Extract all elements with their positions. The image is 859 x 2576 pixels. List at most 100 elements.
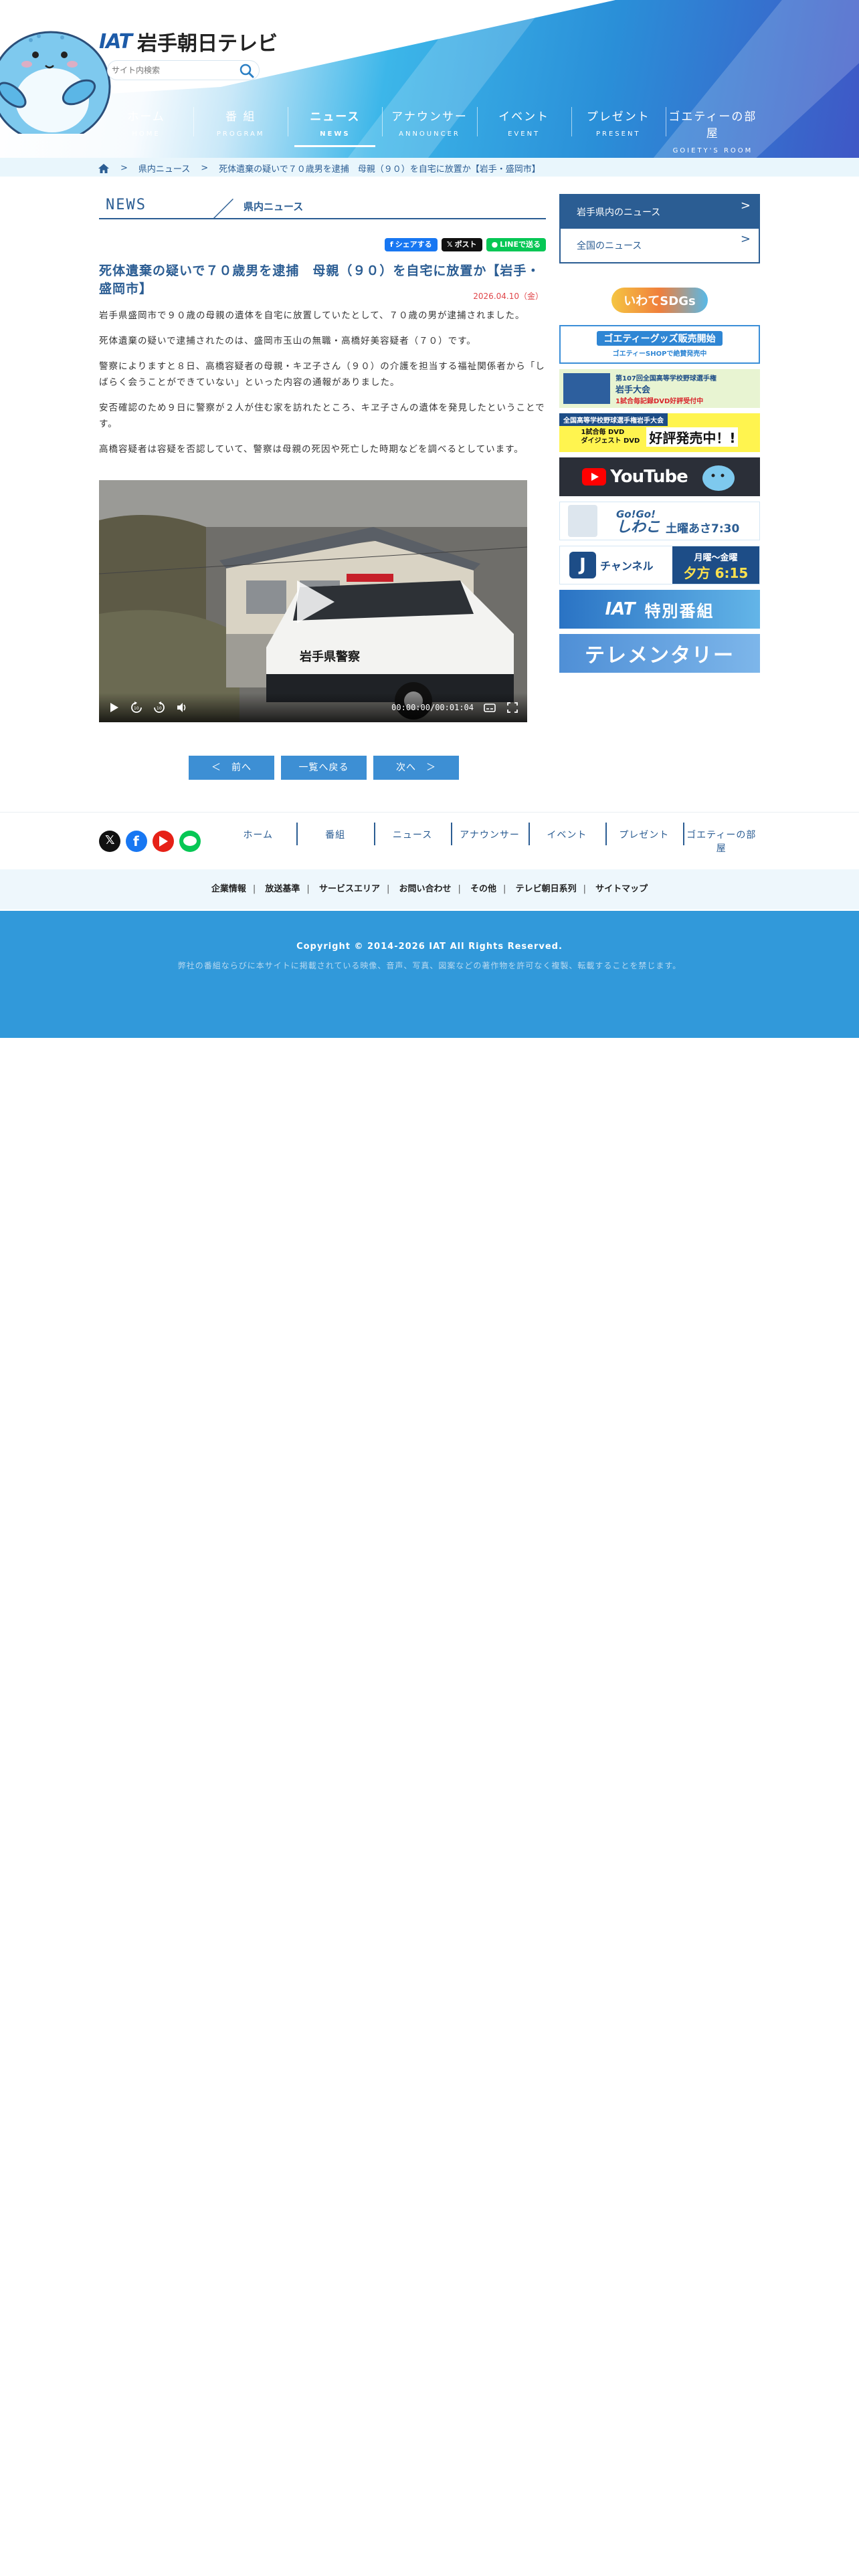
banner-j-line3: 夕方 6:15 xyxy=(683,565,749,581)
volume-icon[interactable] xyxy=(175,701,189,714)
x-post-label: ポスト xyxy=(454,240,477,249)
footer-nav-announcer[interactable]: アナウンサー xyxy=(451,823,528,855)
gnav-label: ホーム xyxy=(127,110,165,124)
gnav-label: アナウンサー xyxy=(391,110,468,124)
article-paragraph: 警察によりますと８日、高橋容疑者の母親・キヱ子さん（９０）の介護を担当する福祉関… xyxy=(99,361,545,388)
banner-special-program[interactable]: IAT 特別番組 xyxy=(559,590,760,629)
x-post-button[interactable]: 𝕏 ポスト xyxy=(441,238,482,251)
next-button[interactable]: 次へ ＞ xyxy=(373,756,459,780)
article-pager: ＜ 前へ 一覧へ戻る 次へ ＞ xyxy=(189,756,459,780)
banner-goiety-goods[interactable]: ゴエティーグッズ販売開始 ゴエティーSHOPで絶賛発売中 xyxy=(559,325,760,364)
footer-link-separator: | xyxy=(306,884,310,894)
banner-tournament-dvd[interactable]: 全国高等学校野球選手権岩手大会 1試合毎 DVD ダイジェスト DVD 好評発売… xyxy=(559,413,760,452)
gnav-announcer[interactable]: アナウンサー ANNOUNCER xyxy=(382,99,476,147)
youtube-icon[interactable] xyxy=(153,831,174,852)
banner-gogo-line3: 土曜あさ7:30 xyxy=(666,522,740,536)
footer-nav-event[interactable]: イベント xyxy=(528,823,605,855)
footer-link-sitemap[interactable]: サイトマップ xyxy=(595,884,648,894)
banner-telementary[interactable]: テレメンタリー xyxy=(559,634,760,673)
gnav-event[interactable]: イベント EVENT xyxy=(476,99,571,147)
rewind-icon[interactable]: 10 xyxy=(130,701,143,714)
banner-anchor-photo xyxy=(568,505,597,537)
footer-nav-present[interactable]: プレゼント xyxy=(605,823,682,855)
banner-gogo-shiwako[interactable]: Go!Go! しわこ 土曜あさ7:30 xyxy=(559,502,760,540)
banner-telementary-label: テレメンタリー xyxy=(585,644,735,667)
footer-links: 企業情報 | 放送基準 | サービスエリア | お問い合わせ | その他 | テレビ朝日系… xyxy=(0,869,859,909)
forward-icon[interactable]: 10 xyxy=(153,701,166,714)
breadcrumb-separator: > xyxy=(120,163,128,173)
site-search xyxy=(107,60,260,80)
facebook-share-button[interactable]: f シェアする xyxy=(384,238,438,251)
banner-j-channel[interactable]: J チャンネル 月曜～金曜 夕方 6:15 xyxy=(559,546,760,584)
tab-label: 全国のニュース xyxy=(577,241,642,251)
tab-national-news[interactable]: 全国のニュース > xyxy=(559,229,760,263)
line-icon[interactable] xyxy=(179,831,201,852)
sidebar-banners: いわてSDGs ゴエティーグッズ販売開始 ゴエティーSHOPで絶賛発売中 第10… xyxy=(559,281,760,678)
banner-sdgs[interactable]: いわてSDGs xyxy=(559,281,760,320)
line-icon: ● xyxy=(491,240,498,249)
gnav-sublabel: NEWS xyxy=(320,130,351,138)
copyright-block: Copyright © 2014-2026 IAT All Rights Res… xyxy=(0,911,859,1038)
global-nav: ホーム HOME 番 組 PROGRAM ニュース NEWS アナウンサー ANNOUN… xyxy=(99,99,760,154)
play-icon[interactable] xyxy=(107,701,120,714)
article-main: NEWS ／ 県内ニュース f シェアする 𝕏 ポスト ● LINEで送る 死体遺棄の… xyxy=(99,194,546,780)
gnav-present[interactable]: プレゼント PRESENT xyxy=(571,99,666,147)
video-thumbnail: 岩手県警察 xyxy=(99,480,527,722)
video-controls: 10 10 00:00:00/00:01:04 xyxy=(99,693,527,722)
banner-gogo-line2: しわこ xyxy=(616,519,661,536)
facebook-share-label: シェアする xyxy=(395,240,432,249)
gnav-goiety-room[interactable]: ゴエティーの部屋 GOIETY'S ROOM xyxy=(665,99,760,154)
search-icon[interactable] xyxy=(239,63,255,79)
chevron-right-icon: > xyxy=(740,232,751,246)
footer-link-tv-asahi[interactable]: テレビ朝日系列 xyxy=(516,884,577,894)
banner-bb-line3: 1試合毎記録DVD好評受付中 xyxy=(615,397,704,405)
site-logo[interactable]: IAT 岩手朝日テレビ xyxy=(99,27,278,56)
banner-td-line4: 好評発売中！! xyxy=(646,427,739,447)
search-input[interactable] xyxy=(108,61,228,80)
footer-nav-program[interactable]: 番組 xyxy=(296,823,373,855)
footer-nav-home[interactable]: ホーム xyxy=(219,828,296,855)
breadcrumb-local-news[interactable]: 県内ニュース xyxy=(138,162,190,175)
banner-td-line3: ダイジェスト DVD xyxy=(581,437,640,445)
j-channel-logo-icon: J xyxy=(569,552,596,578)
section-heading-en: NEWS xyxy=(106,197,147,213)
caption-icon[interactable] xyxy=(483,701,496,714)
footer-link-contact[interactable]: お問い合わせ xyxy=(399,884,451,894)
banner-youtube[interactable]: YouTube xyxy=(559,457,760,496)
back-to-list-button[interactable]: 一覧へ戻る xyxy=(281,756,367,780)
sns-links: 𝕏 f xyxy=(99,831,201,852)
x-icon[interactable]: 𝕏 xyxy=(99,831,120,852)
gnav-news[interactable]: ニュース NEWS xyxy=(288,99,382,147)
gnav-label: プレゼント xyxy=(586,110,650,124)
gnav-sublabel: GOIETY'S ROOM xyxy=(672,147,753,154)
footer-nav-news[interactable]: ニュース xyxy=(373,823,451,855)
home-icon[interactable] xyxy=(98,163,110,174)
prev-button[interactable]: ＜ 前へ xyxy=(189,756,274,780)
footer-link-other[interactable]: その他 xyxy=(470,884,496,894)
banner-special-logo: IAT xyxy=(605,599,636,619)
footer-link-standards[interactable]: 放送基準 xyxy=(265,884,300,894)
facebook-icon[interactable]: f xyxy=(126,831,147,852)
sidebar: 岩手県内のニュース > 全国のニュース > いわてSDGs ゴエティーグッズ販売開始… xyxy=(559,194,760,673)
logo-mark: IAT xyxy=(99,29,132,53)
banner-td-line1: 全国高等学校野球選手権岩手大会 xyxy=(559,413,668,426)
copyright-note: 弊社の番組ならびに本サイトに掲載されている映像、音声、写真、図案などの著作物を許… xyxy=(177,961,682,970)
footer-link-company[interactable]: 企業情報 xyxy=(211,884,246,894)
banner-baseball-dvd[interactable]: 第107回全国高等学校野球選手権 岩手大会 1試合毎記録DVD好評受付中 xyxy=(559,369,760,408)
footer-link-service-area[interactable]: サービスエリア xyxy=(319,884,380,894)
banner-youtube-label: YouTube xyxy=(610,467,688,487)
section-heading: NEWS ／ 県内ニュース xyxy=(99,194,546,222)
fullscreen-icon[interactable] xyxy=(506,701,519,714)
article-body: 岩手県盛岡市で９０歳の母親の遺体を自宅に放置していたとして、７０歳の男が逮捕され… xyxy=(99,308,546,467)
tab-local-news[interactable]: 岩手県内のニュース > xyxy=(559,194,760,229)
tab-label: 岩手県内のニュース xyxy=(577,207,661,218)
gnav-program[interactable]: 番 組 PROGRAM xyxy=(193,99,288,147)
line-share-button[interactable]: ● LINEで送る xyxy=(486,238,546,251)
video-player[interactable]: 岩手県警察 10 10 00:00:00/00:01:04 xyxy=(99,480,527,722)
gnav-home[interactable]: ホーム HOME xyxy=(99,99,193,147)
banner-goods-title: ゴエティーグッズ販売開始 xyxy=(597,331,723,346)
footer-nav-goiety-room[interactable]: ゴエティーの部屋 xyxy=(682,823,760,855)
banner-j-line1: チャンネル xyxy=(600,560,654,572)
svg-text:10: 10 xyxy=(134,706,139,711)
logo-text: 岩手朝日テレビ xyxy=(136,32,278,56)
